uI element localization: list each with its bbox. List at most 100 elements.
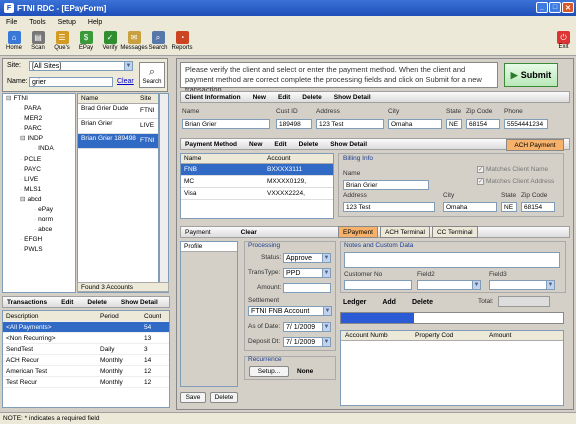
name-input[interactable]: grier (29, 77, 113, 87)
exit-button[interactable]: ⏻ Exit (557, 31, 570, 50)
col-method-name[interactable]: Name (181, 155, 267, 162)
field2-select[interactable]: ▼ (417, 280, 481, 290)
messages-toolbar-button[interactable]: ✉ Messages (120, 29, 148, 55)
tree-node[interactable]: ⊟ FTNI (3, 94, 75, 104)
account-row[interactable]: Brian Grier 189498 FTNI (78, 134, 158, 149)
status-select[interactable]: Approve ▼ (283, 253, 331, 263)
tree-node[interactable]: · MLS1 (3, 185, 75, 195)
ledger-delete-button[interactable]: Delete (412, 299, 433, 306)
col-period[interactable]: Period (97, 311, 141, 321)
clear-payment-button[interactable]: Clear (241, 229, 257, 236)
accounts-scrollbar[interactable] (159, 93, 169, 293)
transaction-row[interactable]: <Non Recurring> 13 (3, 333, 169, 344)
edit-transaction-button[interactable]: Edit (61, 299, 73, 306)
new-method-button[interactable]: New (249, 141, 262, 148)
search-toolbar-button[interactable]: ⌕ Search (146, 29, 170, 55)
transaction-row[interactable]: Test Recur Monthly 12 (3, 377, 169, 388)
edit-client-button[interactable]: Edit (278, 94, 290, 101)
billing-zip[interactable]: 68154 (521, 202, 555, 212)
tree-node[interactable]: · PWLS (3, 245, 75, 255)
tree-node[interactable]: ⊟ abcd (3, 195, 75, 205)
profile-list[interactable]: Profile (180, 241, 238, 387)
amount-input[interactable] (283, 283, 331, 293)
method-show-detail-button[interactable]: Show Detail (330, 141, 367, 148)
transaction-row[interactable]: American Test Monthly 12 (3, 366, 169, 377)
col-description[interactable]: Description (3, 311, 97, 321)
transtype-select[interactable]: PPD ▼ (283, 268, 331, 278)
tree-node[interactable]: · PARC (3, 124, 75, 134)
account-row[interactable]: Brian Grier LIVE (78, 119, 158, 134)
tree-node[interactable]: · abce (3, 225, 75, 235)
notes-input[interactable] (344, 252, 560, 268)
edit-method-button[interactable]: Edit (274, 141, 286, 148)
payment-method-row[interactable]: Visa VXXXX2224, (181, 188, 333, 200)
tab-epayment[interactable]: EPayment (338, 226, 378, 238)
as-of-date-picker[interactable]: 7/ 1/2009 ▼ (283, 322, 331, 332)
tree-node[interactable]: · INDA (3, 144, 75, 154)
col-count[interactable]: Count (141, 311, 161, 321)
tree-node[interactable]: · PARA (3, 104, 75, 114)
delete-method-button[interactable]: Delete (299, 141, 319, 148)
tab-cc-terminal[interactable]: CC Terminal (431, 226, 478, 238)
maximize-icon[interactable]: □ (549, 2, 561, 13)
search-button[interactable]: ⌕ Search (139, 62, 165, 88)
billing-name[interactable]: Brian Grier (343, 180, 429, 190)
close-icon[interactable]: ✕ (562, 2, 574, 13)
reports-toolbar-button[interactable]: ◔ Reports (170, 29, 194, 55)
tree-node[interactable]: · PAYC (3, 165, 75, 175)
menu-tools[interactable]: Tools (29, 19, 45, 26)
verify-toolbar-button[interactable]: ✓ Verify (98, 29, 122, 55)
tree-node[interactable]: · PCLE (3, 155, 75, 165)
new-client-button[interactable]: New (253, 94, 266, 101)
tab-ach-terminal[interactable]: ACH Terminal (380, 226, 430, 238)
settlement-select[interactable]: FTNI FNB Account ▼ (248, 306, 332, 316)
col-property-cod[interactable]: Property Cod (415, 332, 489, 339)
tree-node[interactable]: · norm (3, 215, 75, 225)
customer-no-input[interactable] (344, 280, 412, 290)
transaction-row[interactable]: <All Payments> 54 (3, 322, 169, 333)
clear-link[interactable]: Clear (117, 78, 134, 85)
tree-node[interactable]: ⊟ INDP (3, 134, 75, 144)
minimize-icon[interactable]: _ (536, 2, 548, 13)
account-row[interactable]: Brad Grier Dude FTNI (78, 104, 158, 119)
billing-address[interactable]: 123 Test (343, 202, 435, 212)
tree-node[interactable]: · EFGH (3, 235, 75, 245)
collapse-icon[interactable]: ⊟ (20, 196, 25, 203)
ledger-add-button[interactable]: Add (382, 299, 396, 306)
transaction-row[interactable]: ACH Recur Monthly 14 (3, 355, 169, 366)
ach-payment-button[interactable]: ACH Payment (506, 139, 564, 151)
ques-toolbar-button[interactable]: ☰ Que's (50, 29, 74, 55)
matches-name-checkbox[interactable]: ✓ Matches Client Name (477, 166, 548, 173)
save-profile-button[interactable]: Save (180, 392, 206, 403)
site-select[interactable]: [All Sites] ▼ (29, 61, 133, 71)
tree-node[interactable]: · ePay (3, 205, 75, 215)
delete-transaction-button[interactable]: Delete (87, 299, 107, 306)
home-toolbar-button[interactable]: ⌂ Home (2, 29, 26, 55)
transaction-row[interactable]: SendTest Daily 3 (3, 344, 169, 355)
show-detail-button[interactable]: Show Detail (121, 299, 158, 306)
epay-toolbar-button[interactable]: $ EPay (74, 29, 98, 55)
col-account-numb[interactable]: Account Numb (341, 332, 415, 339)
collapse-icon[interactable]: ⊟ (20, 135, 25, 142)
menu-setup[interactable]: Setup (58, 19, 76, 26)
billing-city[interactable]: Omaha (443, 202, 497, 212)
delete-client-button[interactable]: Delete (302, 94, 322, 101)
scan-toolbar-button[interactable]: ▤ Scan (26, 29, 50, 55)
col-account[interactable]: Account (267, 155, 291, 162)
deposit-date-picker[interactable]: 7/ 1/2009 ▼ (283, 337, 331, 347)
client-show-detail-button[interactable]: Show Detail (334, 94, 371, 101)
delete-profile-button[interactable]: Delete (210, 392, 238, 403)
menu-help[interactable]: Help (88, 19, 102, 26)
collapse-icon[interactable]: ⊟ (6, 95, 11, 102)
col-amount[interactable]: Amount (489, 332, 511, 339)
menu-file[interactable]: File (6, 19, 17, 26)
tree-node[interactable]: · MER2 (3, 114, 75, 124)
matches-address-checkbox[interactable]: ✓ Matches Client Address (477, 178, 554, 185)
payment-method-row[interactable]: FNB BXXXX3111 (181, 164, 333, 176)
recurrence-setup-button[interactable]: Setup... (249, 366, 289, 377)
field3-select[interactable]: ▼ (489, 280, 555, 290)
tree-node[interactable]: · LIVE (3, 175, 75, 185)
submit-button[interactable]: ▶ Submit (504, 63, 558, 87)
col-site[interactable]: Site (136, 95, 151, 102)
site-tree[interactable]: ⊟ FTNI · PARA · MER2 · PARC ⊟ INDP · INDA · PCLE · PAYC… (2, 93, 76, 293)
